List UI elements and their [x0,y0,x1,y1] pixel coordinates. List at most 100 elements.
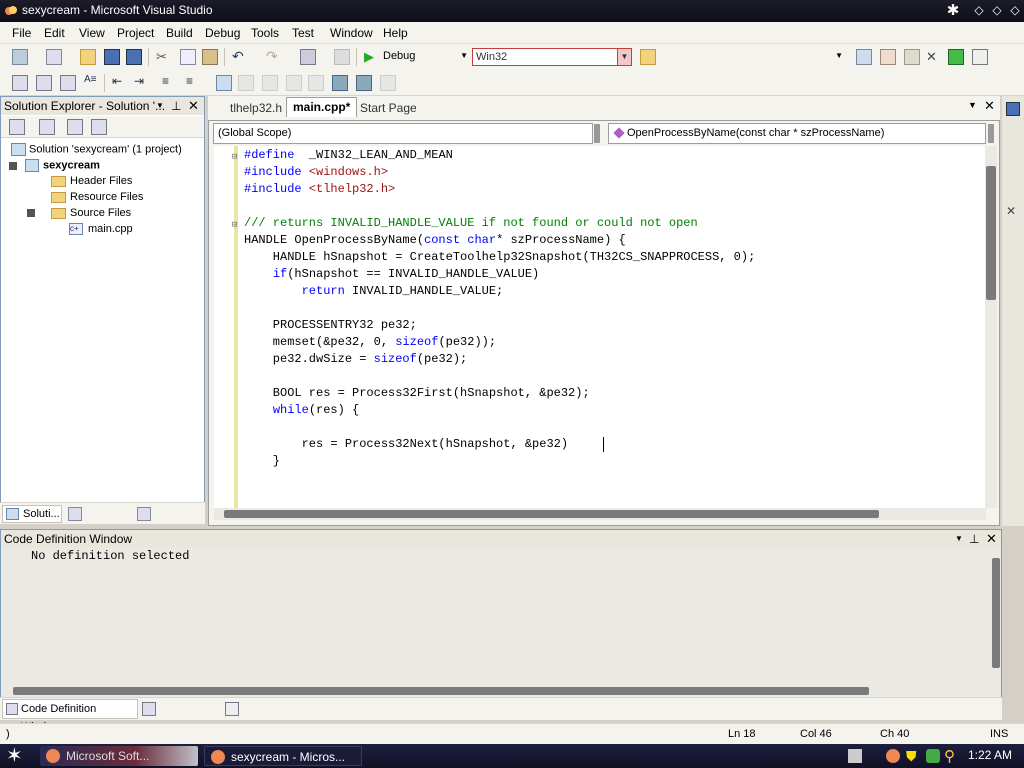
collapse-icon[interactable] [9,161,17,170]
menu-project[interactable]: Project [117,26,154,40]
tab-start-page[interactable]: Start Page [354,99,423,119]
add-item-icon[interactable] [46,49,62,65]
menu-file[interactable]: File [12,26,31,40]
start-page-icon[interactable] [948,49,964,65]
tab-code-definition[interactable]: Code Definition Window [2,699,138,733]
config-combo[interactable]: Debug ▼ [380,48,470,66]
find-icon[interactable] [334,49,350,65]
menu-view[interactable]: View [79,26,105,40]
object-browser-icon[interactable] [904,49,920,65]
code-line[interactable]: HANDLE hSnapshot = CreateToolhelp32Snaps… [244,250,756,267]
code-line[interactable]: while(res) { [244,403,359,420]
navigate-icon[interactable] [300,49,316,65]
pin-icon[interactable]: ⊥ [969,530,979,548]
code-line[interactable]: #include <tlhelp32.h> [244,182,395,199]
member-combo[interactable]: OpenProcessByName(const char * szProcess… [608,123,986,144]
code-line[interactable]: memset(&pe32, 0, sizeof(pe32)); [244,335,496,352]
code-line[interactable]: BOOL res = Process32First(hSnapshot, &pe… [244,386,590,403]
uncomment-icon[interactable]: ≡ [186,74,202,90]
start-icon[interactable]: ✶ [6,745,23,767]
find-in-files-icon[interactable] [640,49,656,65]
toolbox-icon[interactable]: ✕ [926,49,942,65]
cut-icon[interactable]: ✂ [156,49,172,65]
network-icon[interactable] [926,749,940,763]
command-window-icon[interactable] [972,49,988,65]
menu-build[interactable]: Build [166,26,193,40]
start-debugging-icon[interactable]: ▶ [364,49,380,65]
property-manager-icon[interactable] [137,507,151,521]
menu-edit[interactable]: Edit [44,26,65,40]
parameter-info-icon[interactable] [36,75,52,91]
find-combo[interactable]: ▼ [660,48,845,66]
collapse-icon[interactable] [27,209,35,218]
clear-bookmarks-icon[interactable] [380,75,396,91]
shield-icon[interactable]: ⛊ [906,748,920,764]
close-icon[interactable]: ✕ [188,97,199,115]
save-all-icon[interactable] [126,49,142,65]
scrollbar-thumb[interactable] [224,510,879,518]
close-icon[interactable]: ✕ [986,530,997,548]
prev-bookmark-icon[interactable] [238,75,254,91]
tree-folder-header-files[interactable]: Header Files [51,175,132,187]
properties-icon[interactable] [9,119,25,135]
tab-tlhelp32[interactable]: tlhelp32.h [224,99,288,119]
scrollbar-thumb[interactable] [992,558,1000,668]
taskbar-button-vs[interactable]: sexycream - Micros... [204,746,362,766]
chevron-down-icon[interactable]: ▼ [617,49,631,65]
refresh-icon[interactable] [67,119,83,135]
menu-help[interactable]: Help [383,26,408,40]
redo-icon[interactable]: ↷ [266,48,282,64]
tree-project[interactable]: sexycream [9,159,100,172]
menu-debug[interactable]: Debug [205,26,240,40]
code-line[interactable]: return INVALID_HANDLE_VALUE; [244,284,504,301]
menu-test[interactable]: Test [292,26,314,40]
scope-combo[interactable]: (Global Scope) [213,123,593,144]
pin-icon[interactable]: ⊥ [171,97,181,115]
show-all-files-icon[interactable] [39,119,55,135]
cdw-horizontal-scrollbar[interactable] [11,686,989,696]
next-bookmark-icon[interactable] [262,75,278,91]
close-icon[interactable]: ◇ [1006,2,1024,19]
code-line[interactable]: res = Process32Next(hSnapshot, &pe32) [244,437,568,454]
scrollbar-thumb[interactable] [986,166,996,300]
word-complete-icon[interactable]: A≡ [84,74,100,90]
chevron-down-icon[interactable]: ▼ [968,100,977,110]
next-bookmark-doc-icon[interactable] [356,75,372,91]
copy-icon[interactable] [180,49,196,65]
indent-icon[interactable]: ⇥ [134,74,150,90]
tree-file-main-cpp[interactable]: c+ main.cpp [69,223,133,236]
outdent-icon[interactable]: ⇤ [112,74,128,90]
outline-collapse-icon[interactable]: ⊟ [232,152,237,162]
keyboard-icon[interactable] [848,749,862,763]
minimize-icon[interactable]: ◇ [970,2,988,19]
class-view-icon[interactable] [68,507,82,521]
solution-explorer-icon[interactable] [856,49,872,65]
comment-icon[interactable]: ≡ [162,74,178,90]
splitter[interactable] [988,124,994,143]
chevron-down-icon[interactable]: ▼ [955,530,963,548]
editor-horizontal-scrollbar[interactable] [214,508,986,520]
undo-icon[interactable]: ↶ [232,48,248,64]
code-line[interactable]: pe32.dwSize = sizeof(pe32); [244,352,467,369]
quick-info-icon[interactable] [60,75,76,91]
cdw-vertical-scrollbar[interactable] [991,552,1001,698]
bookmark-icon[interactable] [216,75,232,91]
code-line[interactable]: HANDLE OpenProcessByName(const char* szP… [244,233,626,250]
tray-app-icon[interactable] [886,749,900,763]
code-line[interactable]: #include <windows.h> [244,165,388,182]
editor-vertical-scrollbar[interactable] [985,146,997,508]
code-line[interactable]: /// returns INVALID_HANDLE_VALUE if not … [244,216,698,233]
code-line[interactable]: if(hSnapshot == INVALID_HANDLE_VALUE) [244,267,539,284]
code-line[interactable]: } [244,454,280,471]
splitter[interactable] [594,124,600,143]
tree-folder-resource-files[interactable]: Resource Files [51,191,143,203]
new-project-icon[interactable] [12,49,28,65]
save-icon[interactable] [104,49,120,65]
menu-window[interactable]: Window [330,26,373,40]
prev-bookmark-folder-icon[interactable] [286,75,302,91]
next-bookmark-folder-icon[interactable] [308,75,324,91]
pin-icon[interactable]: ✱ [944,2,962,19]
menu-tools[interactable]: Tools [251,26,279,40]
toolbox-icon[interactable]: ✕ [1006,204,1020,218]
class-diagram-icon[interactable] [91,119,107,135]
